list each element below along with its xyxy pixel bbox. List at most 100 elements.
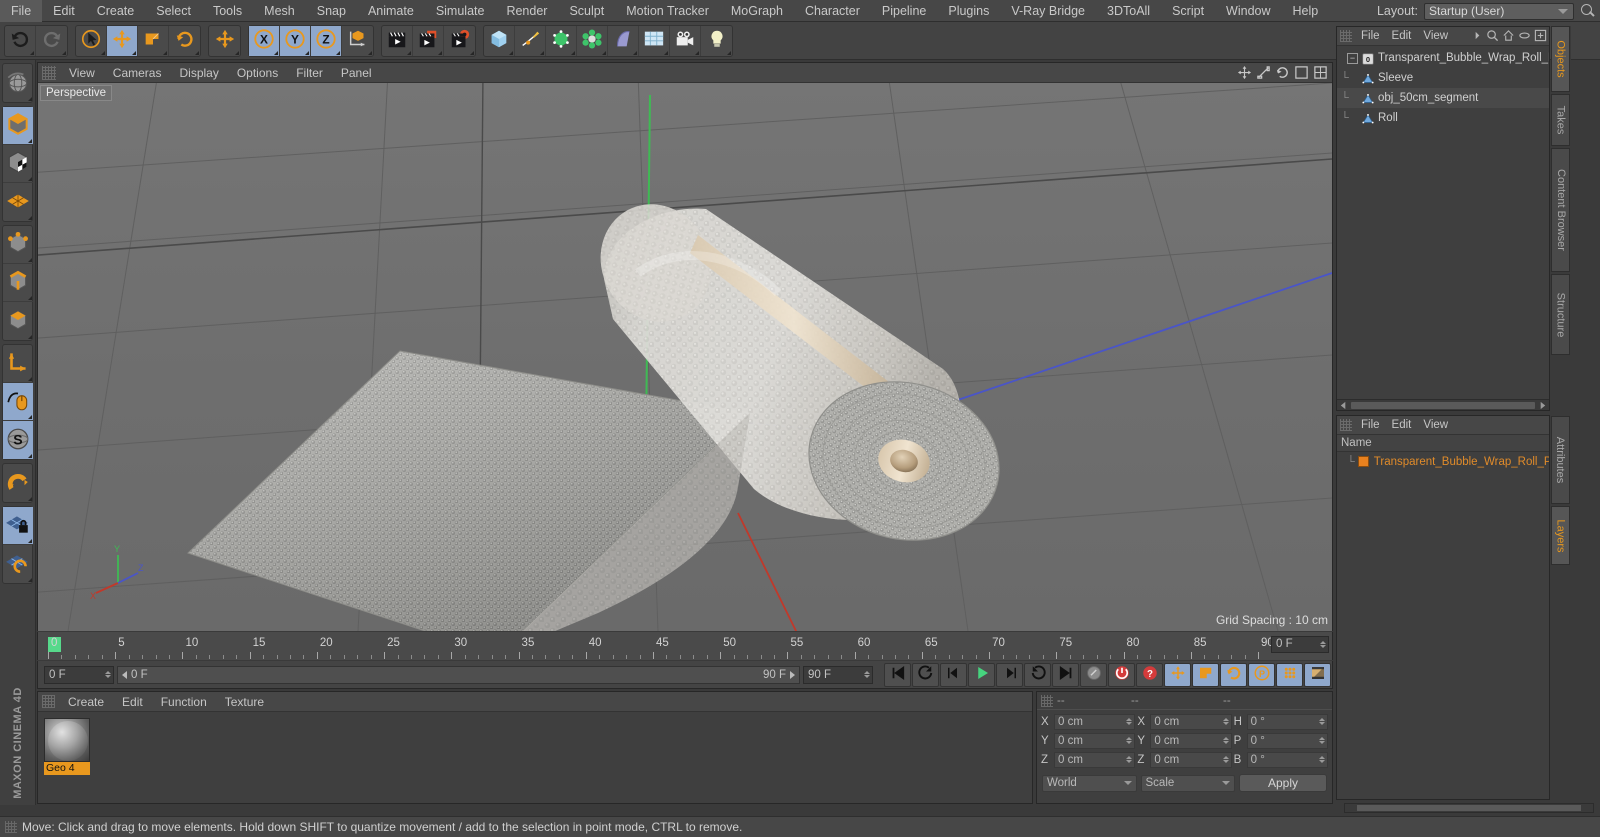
side-tab-structure[interactable]: Structure — [1551, 274, 1570, 356]
menu-item-v-ray-bridge[interactable]: V-Ray Bridge — [1000, 0, 1096, 22]
panel-gripper-icon[interactable] — [42, 65, 56, 80]
coord-rot-field[interactable]: 0 ° — [1246, 751, 1328, 768]
axis-x-button[interactable]: X — [249, 25, 280, 56]
add-floor-button[interactable] — [639, 25, 670, 56]
enable-axis-button[interactable] — [3, 383, 33, 421]
move-axis-button[interactable] — [209, 26, 240, 56]
points-mode-button[interactable] — [3, 226, 33, 264]
viewport-menu-panel[interactable]: Panel — [332, 63, 381, 83]
object-menu-edit[interactable]: Edit — [1386, 27, 1418, 46]
coord-size-field[interactable]: 0 cm — [1150, 751, 1232, 768]
menu-item-motion-tracker[interactable]: Motion Tracker — [615, 0, 720, 22]
chevron-right-icon[interactable] — [1472, 30, 1483, 41]
menu-item-window[interactable]: Window — [1215, 0, 1281, 22]
go-to-start-button[interactable] — [884, 662, 911, 687]
object-tree-row[interactable]: −0 Transparent_Bubble_Wrap_Roll_Pa — [1337, 48, 1549, 68]
apply-button[interactable]: Apply — [1239, 774, 1327, 792]
timeline-track[interactable]: 0 5 10 15 20 25 30 35 40 45 50 55 60 65 70 75 80 85 90 — [48, 635, 1274, 659]
add-light-button[interactable] — [701, 26, 732, 56]
redo-button[interactable] — [36, 26, 67, 56]
menu-item-edit[interactable]: Edit — [42, 0, 86, 22]
side-tab-layers[interactable]: Layers — [1551, 506, 1570, 566]
layer-menu-view[interactable]: View — [1417, 416, 1454, 435]
next-key-button[interactable] — [1024, 662, 1051, 687]
object-manager-scrollbar[interactable] — [1337, 399, 1549, 410]
menu-item-character[interactable]: Character — [794, 0, 871, 22]
coord-pos-field[interactable]: 0 cm — [1054, 751, 1136, 768]
visibility-dot-icon[interactable] — [1518, 29, 1531, 42]
menu-item-tools[interactable]: Tools — [202, 0, 253, 22]
coord-rot-field[interactable]: 0 ° — [1246, 713, 1328, 730]
render-view-button[interactable] — [382, 25, 413, 56]
polygons-mode-button[interactable] — [3, 302, 33, 340]
viewport-menu-view[interactable]: View — [60, 63, 104, 83]
menu-item-mesh[interactable]: Mesh — [253, 0, 306, 22]
axis-modify-button[interactable] — [3, 345, 33, 383]
render-region-button[interactable] — [413, 25, 444, 56]
coord-mode-select[interactable]: Scale — [1140, 774, 1235, 792]
frame-end-field[interactable]: 90 F — [803, 665, 873, 684]
menu-item-select[interactable]: Select — [145, 0, 202, 22]
object-tree-row[interactable]: └ Roll — [1337, 108, 1549, 128]
keyframe-selection-button[interactable]: ? — [1136, 662, 1163, 687]
add-camera-button[interactable] — [670, 25, 701, 56]
planar-workplane-button[interactable] — [3, 545, 33, 583]
range-left-handle[interactable] — [122, 670, 127, 679]
panel-gripper-icon[interactable] — [42, 695, 55, 708]
scale-view-icon[interactable] — [1256, 65, 1271, 80]
material-menu-function[interactable]: Function — [152, 692, 216, 712]
material-preview[interactable] — [44, 718, 90, 762]
rotation-key-button[interactable] — [1220, 662, 1247, 687]
scroll-left-icon[interactable] — [1339, 401, 1348, 410]
timeline-toggle-button[interactable] — [1304, 662, 1331, 687]
add-cube-button[interactable] — [484, 25, 515, 56]
menu-item-snap[interactable]: Snap — [306, 0, 357, 22]
side-tab-takes[interactable]: Takes — [1551, 94, 1570, 147]
autokeying-button[interactable] — [1108, 662, 1135, 687]
point-level-anim-button[interactable] — [1276, 662, 1303, 687]
menu-item-render[interactable]: Render — [495, 0, 558, 22]
frame-start-field[interactable]: 0 F — [44, 665, 114, 684]
panel-gripper-icon[interactable] — [1041, 694, 1053, 707]
panel-gripper-icon[interactable] — [5, 821, 17, 833]
material-menu-texture[interactable]: Texture — [216, 692, 273, 712]
material-menu-create[interactable]: Create — [59, 692, 113, 712]
expand-plus-icon[interactable] — [1534, 29, 1547, 42]
scroll-right-icon[interactable] — [1538, 401, 1547, 410]
spinner-icon[interactable] — [1320, 637, 1326, 652]
model-mode-button[interactable] — [3, 107, 33, 145]
scale-key-button[interactable] — [1192, 662, 1219, 687]
step-forward-button[interactable] — [996, 662, 1023, 687]
spinner-icon[interactable] — [1222, 753, 1229, 767]
add-nurbs-button[interactable] — [546, 25, 577, 56]
layer-menu-edit[interactable]: Edit — [1386, 416, 1418, 435]
menu-item-create[interactable]: Create — [86, 0, 146, 22]
scrollbar-thumb[interactable] — [1351, 401, 1535, 409]
panel-gripper-icon[interactable] — [1340, 30, 1352, 42]
step-back-button[interactable] — [940, 662, 967, 687]
workplane-mode-button[interactable] — [3, 183, 33, 221]
play-button[interactable] — [968, 662, 995, 687]
workplane-lock-button[interactable] — [3, 507, 33, 545]
coord-pos-field[interactable]: 0 cm — [1054, 732, 1136, 749]
snap-button[interactable] — [3, 464, 33, 502]
coord-system-select[interactable]: World — [1042, 774, 1137, 792]
spinner-icon[interactable] — [1318, 734, 1325, 748]
expand-collapse-toggle[interactable]: − — [1347, 52, 1358, 64]
undo-button[interactable] — [5, 25, 36, 56]
coord-size-field[interactable]: 0 cm — [1150, 713, 1232, 730]
viewport-menu-options[interactable]: Options — [228, 63, 287, 83]
object-menu-view[interactable]: View — [1417, 27, 1454, 46]
param-key-button[interactable]: P — [1248, 662, 1275, 687]
side-tab-content-browser[interactable]: Content Browser — [1551, 148, 1570, 273]
scale-tool-button[interactable] — [138, 25, 169, 56]
previous-key-button[interactable] — [912, 662, 939, 687]
menu-item-script[interactable]: Script — [1161, 0, 1215, 22]
render-settings-button[interactable] — [444, 26, 475, 56]
viewport-canvas[interactable]: Perspective Grid Spacing : 10 cm Y X Z — [38, 83, 1332, 631]
side-tab-objects[interactable]: Objects — [1551, 26, 1570, 93]
spinner-icon[interactable] — [864, 667, 870, 683]
soft-selection-button[interactable]: S — [3, 421, 33, 459]
layer-color-swatch[interactable] — [1357, 456, 1369, 467]
coord-size-field[interactable]: 0 cm — [1150, 732, 1232, 749]
